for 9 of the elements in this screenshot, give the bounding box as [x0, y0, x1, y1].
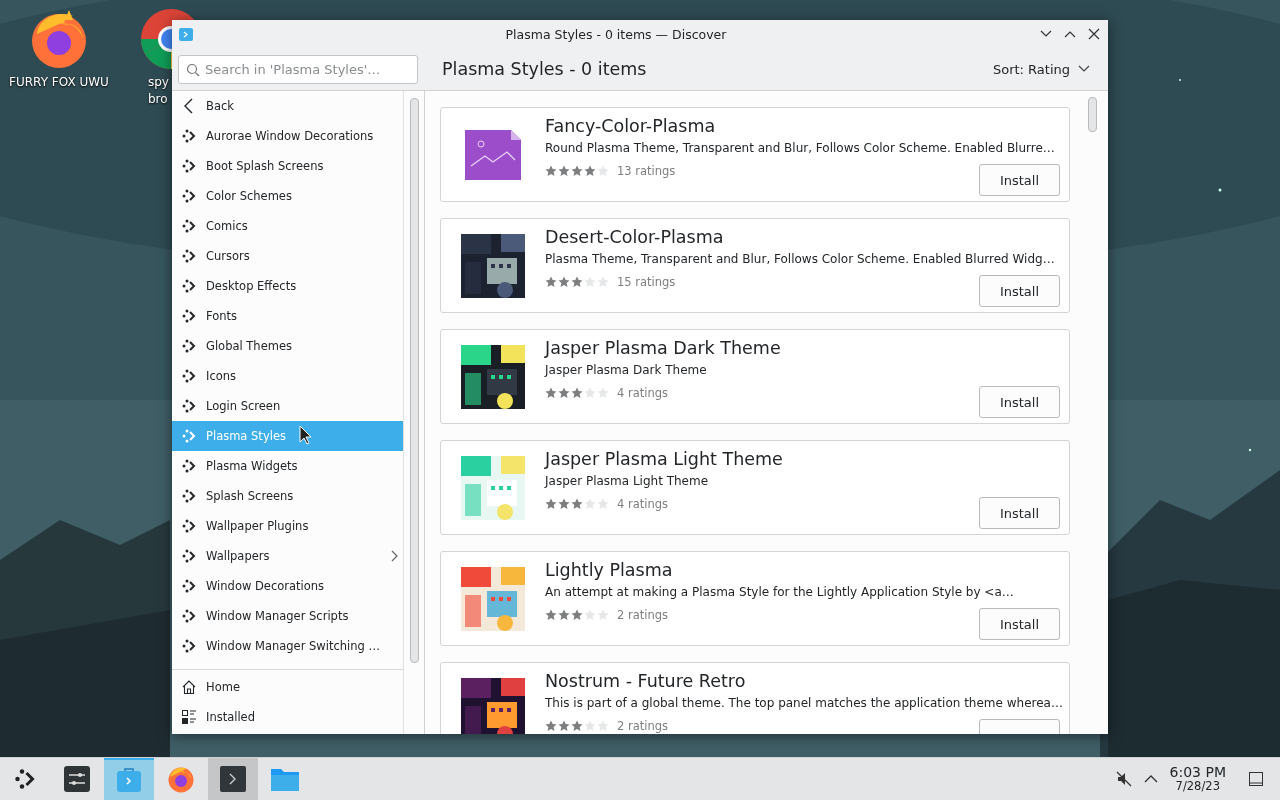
show-desktop-icon[interactable] [1248, 771, 1264, 787]
browser-icon[interactable] [167, 765, 195, 793]
clock-time[interactable]: 6:03 PM [1169, 765, 1226, 779]
clock-date[interactable]: 7/28/23 [1175, 779, 1220, 793]
launcher-icon[interactable] [13, 767, 37, 791]
caret-up-icon[interactable] [1143, 774, 1158, 784]
sliders-icon[interactable] [64, 766, 90, 792]
terminal-icon[interactable] [220, 766, 246, 792]
muted-speaker-icon[interactable] [1115, 771, 1132, 787]
